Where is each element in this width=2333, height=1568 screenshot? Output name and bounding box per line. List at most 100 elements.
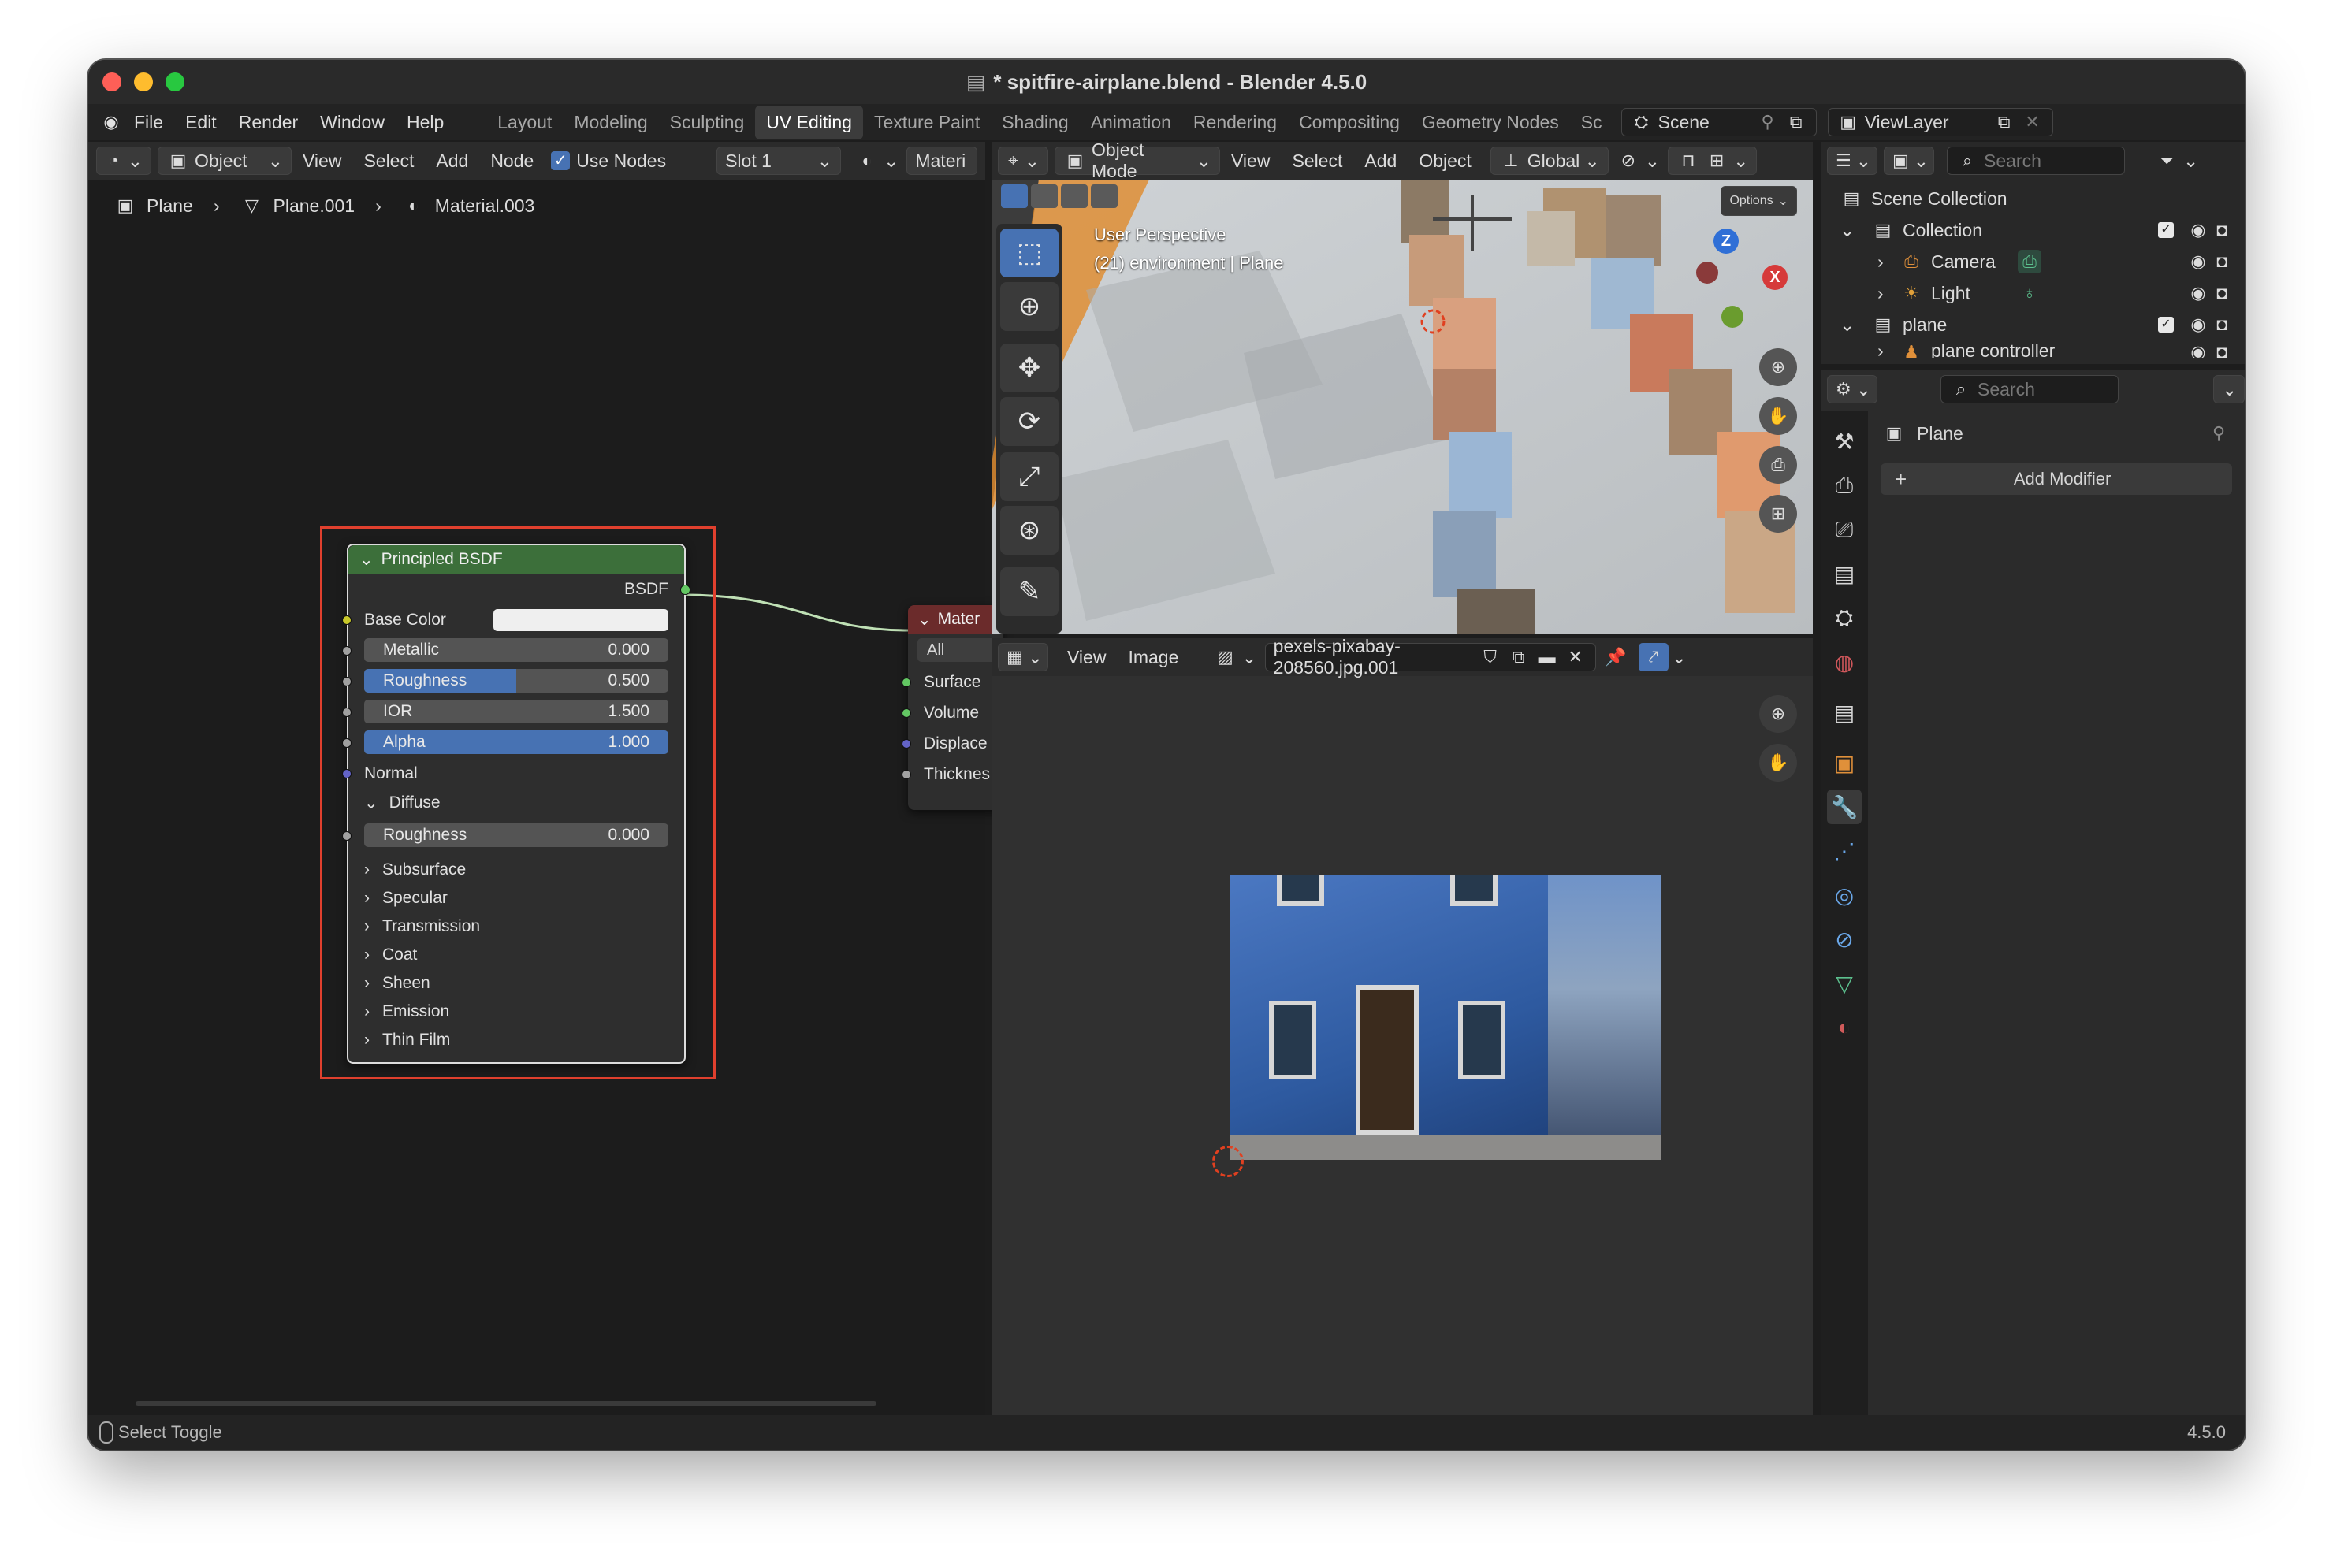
- menu-view[interactable]: View: [1056, 647, 1117, 668]
- menu-edit[interactable]: Edit: [174, 112, 228, 133]
- roughness-socket[interactable]: [342, 677, 352, 686]
- select-extend-icon[interactable]: [1031, 184, 1058, 208]
- target-dropdown[interactable]: All: [917, 638, 1003, 662]
- tab-compositing[interactable]: Compositing: [1288, 106, 1411, 139]
- principled-bsdf-node[interactable]: ⌄ Principled BSDF BSDF Base Color Metall…: [342, 544, 690, 1064]
- output-tab-icon[interactable]: ⎚: [1827, 512, 1862, 547]
- ior-slider[interactable]: IOR 1.500: [364, 700, 668, 723]
- rotate-tool[interactable]: ⟳: [1000, 397, 1059, 446]
- tab-texture-paint[interactable]: Texture Paint: [863, 106, 991, 139]
- menu-render[interactable]: Render: [228, 112, 309, 133]
- render-tab-icon[interactable]: ⎙: [1827, 468, 1862, 503]
- metallic-slider[interactable]: Metallic 0.000: [364, 638, 668, 662]
- roughness-slider[interactable]: Roughness 0.500: [364, 669, 668, 693]
- object-tab-icon[interactable]: ▣: [1827, 745, 1862, 780]
- close-window-button[interactable]: [102, 72, 121, 91]
- eye-icon[interactable]: ◉: [2186, 218, 2210, 242]
- menu-file[interactable]: File: [123, 112, 174, 133]
- diffuse-panel-header[interactable]: ⌄ Diffuse: [348, 789, 684, 817]
- world-tab-icon[interactable]: ◍: [1827, 645, 1862, 679]
- editor-type-selector[interactable]: ⌖ ⌄: [998, 147, 1048, 175]
- bsdf-output-socket[interactable]: [680, 585, 690, 595]
- alpha-slider[interactable]: Alpha 1.000: [364, 730, 668, 754]
- menu-help[interactable]: Help: [396, 112, 455, 133]
- data-tab-icon[interactable]: ▽: [1827, 966, 1862, 1001]
- pin-icon[interactable]: ⚲: [2207, 422, 2231, 445]
- menu-add[interactable]: Add: [425, 150, 479, 172]
- panel-emission[interactable]: › Emission: [348, 998, 684, 1026]
- gizmo-z-axis[interactable]: Z: [1713, 229, 1739, 254]
- menu-select[interactable]: Select: [1281, 150, 1353, 172]
- menu-view[interactable]: View: [1220, 150, 1281, 172]
- shader-type-selector[interactable]: ▣ Object ⌄: [158, 147, 292, 175]
- tab-animation[interactable]: Animation: [1080, 106, 1182, 139]
- filter-button[interactable]: ⏷ ⌄: [2147, 147, 2206, 175]
- editor-type-selector[interactable]: ☰ ⌄: [1827, 147, 1877, 175]
- tab-uv-editing[interactable]: UV Editing: [755, 105, 863, 139]
- panel-transmission[interactable]: › Transmission: [348, 912, 684, 941]
- particles-tab-icon[interactable]: ⋰: [1827, 834, 1862, 868]
- diffuse-roughness-socket[interactable]: [342, 831, 352, 841]
- tab-layout[interactable]: Layout: [486, 106, 563, 139]
- new-scene-icon[interactable]: ⧉: [1784, 110, 1808, 134]
- render-camera-icon[interactable]: ◘: [2210, 218, 2234, 242]
- node-scrollbar[interactable]: [136, 1401, 876, 1406]
- chevron-down-icon[interactable]: ⌄: [1840, 314, 1871, 336]
- gizmo-x-axis[interactable]: X: [1762, 265, 1788, 290]
- new-view-layer-icon[interactable]: ⧉: [1993, 110, 2016, 134]
- camera-data-icon[interactable]: ⎙: [2018, 250, 2041, 273]
- editor-type-selector[interactable]: ▦ ⌄: [998, 643, 1048, 671]
- tab-shading[interactable]: Shading: [991, 106, 1079, 139]
- cursor-tool[interactable]: ⊕: [1000, 282, 1059, 331]
- render-camera-icon[interactable]: ◘: [2210, 250, 2234, 273]
- exclude-checkbox[interactable]: ✓: [2158, 317, 2174, 333]
- annotate-tool[interactable]: ✎: [1000, 567, 1059, 616]
- transform-tool[interactable]: ⊛: [1000, 506, 1059, 555]
- render-camera-icon[interactable]: ◘: [2210, 313, 2234, 336]
- node-header[interactable]: ⌄ Principled BSDF: [348, 545, 684, 574]
- pan-hand-icon[interactable]: ✋: [1759, 744, 1797, 782]
- editor-type-selector[interactable]: ◔ ⌄: [96, 147, 151, 175]
- zoom-window-button[interactable]: [166, 72, 184, 91]
- uv-sync-icon[interactable]: ⤤: [1638, 643, 1669, 671]
- use-nodes-checkbox[interactable]: ✓: [551, 151, 571, 170]
- node-header[interactable]: ⌄ Mater: [908, 605, 1003, 634]
- panel-subsurface[interactable]: › Subsurface: [348, 856, 684, 884]
- outliner-item-collection[interactable]: ⌄ ▤ Collection ✓ ◉ ◘: [1821, 214, 2245, 246]
- gizmo-neg-x[interactable]: [1696, 262, 1718, 284]
- scene-selector[interactable]: ⛭ Scene ⚲ ⧉: [1620, 108, 1817, 136]
- menu-add[interactable]: Add: [1353, 150, 1408, 172]
- move-tool[interactable]: ✥: [1000, 344, 1059, 392]
- open-folder-icon[interactable]: ▬: [1535, 645, 1559, 669]
- zoom-icon[interactable]: ⊕: [1759, 695, 1797, 733]
- remove-view-layer-icon[interactable]: ✕: [2021, 110, 2045, 134]
- minimize-window-button[interactable]: [134, 72, 153, 91]
- displacement-socket[interactable]: [902, 739, 911, 749]
- light-data-icon[interactable]: ♁: [2018, 281, 2041, 305]
- collection-tab-icon[interactable]: ▤: [1827, 695, 1862, 730]
- outliner-search[interactable]: ⌕ Search: [1947, 147, 2125, 175]
- eye-icon[interactable]: ◉: [2186, 340, 2210, 358]
- zoom-icon[interactable]: ⊕: [1759, 348, 1797, 386]
- thickness-socket[interactable]: [902, 770, 911, 779]
- chevron-right-icon[interactable]: ›: [1877, 283, 1900, 304]
- properties-options[interactable]: ⌄: [2213, 375, 2245, 403]
- pan-hand-icon[interactable]: ✋: [1759, 397, 1797, 435]
- select-box-tool[interactable]: ⬚: [1000, 229, 1059, 277]
- editor-type-selector[interactable]: ⚙ ⌄: [1827, 375, 1877, 403]
- physics-tab-icon[interactable]: ◎: [1827, 878, 1862, 912]
- collapse-icon[interactable]: ⌄: [359, 550, 374, 570]
- eye-icon[interactable]: ◉: [2186, 281, 2210, 305]
- scale-tool[interactable]: ⤢: [1000, 452, 1059, 501]
- metallic-socket[interactable]: [342, 646, 352, 656]
- scene-tab-icon[interactable]: ⛭: [1827, 600, 1862, 635]
- alpha-socket[interactable]: [342, 738, 352, 748]
- menu-node[interactable]: Node: [479, 150, 545, 172]
- slot-selector[interactable]: Slot 1 ⌄: [716, 147, 842, 175]
- normal-socket[interactable]: [342, 769, 352, 778]
- select-new-icon[interactable]: [1001, 184, 1028, 208]
- display-mode-selector[interactable]: ▣ ⌄: [1884, 147, 1934, 175]
- base-color-socket[interactable]: [342, 615, 352, 625]
- navigation-gizmo[interactable]: Z X: [1695, 229, 1789, 328]
- blender-logo-icon[interactable]: ◉: [99, 110, 123, 134]
